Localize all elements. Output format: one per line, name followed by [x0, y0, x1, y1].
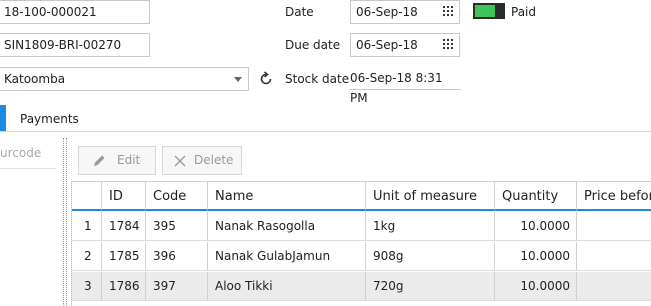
delete-button[interactable]: Delete — [162, 146, 242, 175]
due-date-picker[interactable]: 06-Sep-18 — [350, 33, 460, 57]
edit-button[interactable]: Edit — [78, 146, 156, 175]
column-header-quantity[interactable]: Quantity — [495, 182, 577, 211]
column-header-code[interactable]: Code — [146, 182, 208, 211]
table-cell-name[interactable]: Aloo Tikki — [208, 272, 366, 301]
table-cell-uom[interactable]: 720g — [366, 272, 495, 301]
tab-payments[interactable]: Payments — [20, 112, 79, 126]
invoice-number-field[interactable]: 18-100-000021 — [0, 0, 150, 24]
paid-label: Paid — [511, 5, 537, 19]
date-picker[interactable]: 06-Sep-18 — [350, 0, 460, 24]
column-header-name[interactable]: Name — [208, 182, 366, 211]
supplier-invoice-field[interactable]: SIN1809-BRI-00270 — [0, 33, 150, 57]
table-cell-name[interactable]: Nanak GulabJamun — [208, 242, 366, 271]
table-cell-id[interactable]: 1785 — [102, 242, 146, 271]
table-cell-quantity[interactable]: 10.0000 — [495, 272, 577, 301]
table-cell-id[interactable]: 1786 — [102, 272, 146, 301]
items-grid: ID Code Name Unit of measure Quantity Pr… — [71, 181, 651, 306]
calendar-icon[interactable] — [443, 39, 454, 50]
barcode-underline — [0, 168, 56, 169]
date-value: 06-Sep-18 — [356, 5, 418, 19]
tab-bar — [0, 105, 651, 132]
column-header-id[interactable]: ID — [102, 182, 146, 211]
calendar-icon[interactable] — [443, 6, 454, 17]
stock-date-value: 06-Sep-18 8:31 PM — [350, 71, 443, 105]
location-combobox[interactable]: Katoomba — [0, 67, 249, 91]
table-cell-price[interactable] — [577, 242, 651, 271]
close-icon — [174, 155, 186, 167]
table-cell-id[interactable]: 1784 — [102, 212, 146, 241]
table-cell-price[interactable] — [577, 272, 651, 301]
table-cell-name[interactable]: Nanak Rasogolla — [208, 212, 366, 241]
table-cell-code[interactable]: 397 — [146, 272, 208, 301]
date-label: Date — [285, 5, 314, 19]
row-number[interactable]: 2 — [72, 242, 102, 271]
refresh-icon[interactable] — [258, 71, 274, 87]
toggle-on-indicator — [475, 5, 495, 17]
paid-toggle[interactable] — [473, 3, 505, 19]
table-cell-uom[interactable]: 1kg — [366, 212, 495, 241]
table-cell-quantity[interactable]: 10.0000 — [495, 242, 577, 271]
column-header-rownum — [72, 182, 102, 211]
delete-button-label: Delete — [194, 153, 234, 167]
table-cell-uom[interactable]: 908g — [366, 242, 495, 271]
stock-date-field[interactable]: 06-Sep-18 8:31 PM — [349, 68, 461, 105]
tab-accent-marker — [0, 105, 6, 131]
column-header-price-before[interactable]: Price before — [577, 182, 651, 211]
stock-date-label: Stock date — [285, 72, 350, 86]
table-cell-price[interactable] — [577, 212, 651, 241]
column-header-unit-of-measure[interactable]: Unit of measure — [366, 182, 495, 211]
splitter[interactable] — [63, 138, 64, 306]
pencil-icon — [94, 155, 105, 166]
chevron-down-icon — [234, 77, 242, 82]
table-cell-code[interactable]: 396 — [146, 242, 208, 271]
table-cell-quantity[interactable]: 10.0000 — [495, 212, 577, 241]
edit-button-label: Edit — [117, 153, 141, 167]
due-date-label: Due date — [285, 38, 341, 52]
splitter-grip[interactable] — [66, 138, 67, 306]
barcode-input[interactable]: urcode — [0, 146, 41, 160]
location-value: Katoomba — [4, 72, 66, 86]
table-cell-code[interactable]: 395 — [146, 212, 208, 241]
row-number[interactable]: 3 — [72, 272, 102, 301]
row-number[interactable]: 1 — [72, 212, 102, 241]
due-date-value: 06-Sep-18 — [356, 38, 418, 52]
